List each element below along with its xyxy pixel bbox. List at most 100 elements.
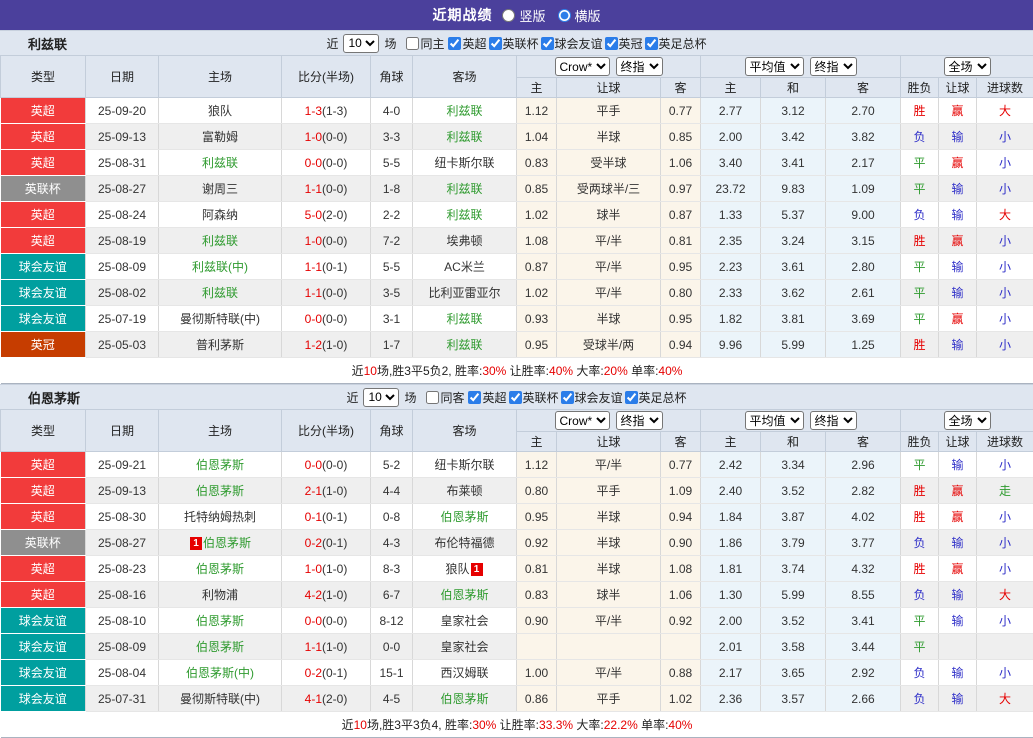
scope-select[interactable]: 全场 [944,57,991,76]
scope-select[interactable]: 全场 [944,411,991,430]
match-row: 英超25-09-13伯恩茅斯2-1(1-0)4-4布莱顿0.80平手1.092.… [1,478,1033,504]
result-wdl: 平 [901,176,939,202]
league-filter-checkbox[interactable] [541,37,554,50]
away-team[interactable]: 埃弗顿 [446,234,482,248]
away-team[interactable]: 利兹联 [446,312,482,326]
away-team[interactable]: 布莱顿 [446,484,482,498]
away-team[interactable]: 利兹联 [446,104,482,118]
match-date: 25-08-27 [86,176,159,202]
away-team[interactable]: AC米兰 [444,260,485,274]
match-date: 25-08-23 [86,556,159,582]
league-filter-checkbox[interactable] [605,37,618,50]
home-team[interactable]: 曼彻斯特联(中) [180,312,260,326]
odds-home: 1.02 [517,280,557,306]
league-badge: 球会友谊 [1,686,86,712]
away-team[interactable]: 伯恩茅斯 [440,588,488,602]
league-filter-checkbox[interactable] [645,37,658,50]
sub-column-header: 主 [701,432,761,452]
league-filter-checkbox-label[interactable]: 球会友谊 [561,389,623,406]
away-team-cell: 狼队1 [413,556,517,582]
games-count-select[interactable]: 10 [343,34,379,53]
odds-handicap-line: 半球 [557,556,661,582]
away-team[interactable]: 纽卡斯尔联 [434,458,494,472]
column-group-header: 平均值终指 [701,410,901,432]
layout-radio-input[interactable] [502,9,515,22]
home-team[interactable]: 狼队 [208,104,232,118]
average-select[interactable]: 平均值 [745,411,804,430]
away-team[interactable]: 比利亚雷亚尔 [428,286,500,300]
away-team[interactable]: 纽卡斯尔联 [434,156,494,170]
avg-draw: 3.42 [761,124,826,150]
league-filter-checkbox[interactable] [625,391,638,404]
league-filter-checkbox-label[interactable]: 英足总杯 [625,389,687,406]
league-filter-checkbox[interactable] [561,391,574,404]
league-filter-checkbox-label[interactable]: 球会友谊 [541,35,603,52]
league-filter-checkbox-label[interactable]: 英足总杯 [645,35,707,52]
sub-column-header: 胜负 [901,432,939,452]
column-header: 客场 [413,56,517,98]
home-team[interactable]: 伯恩茅斯 [203,536,251,550]
away-team[interactable]: 利兹联 [446,130,482,144]
avg-draw: 5.37 [761,202,826,228]
same-venue-checkbox[interactable] [426,391,439,404]
league-badge: 球会友谊 [1,634,86,660]
league-filter-checkbox-label[interactable]: 英联杯 [489,35,539,52]
league-filter-checkbox-label[interactable]: 英超 [468,389,506,406]
away-team[interactable]: 利兹联 [446,182,482,196]
away-team[interactable]: 狼队 [445,562,469,576]
avg-away: 3.15 [826,228,901,254]
away-team[interactable]: 皇家社会 [440,640,488,654]
result-wdl: 负 [901,582,939,608]
average-select[interactable]: 平均值 [745,57,804,76]
home-team[interactable]: 利兹联 [202,156,238,170]
home-team[interactable]: 谢周三 [202,182,238,196]
league-filter-checkbox[interactable] [509,391,522,404]
home-team[interactable]: 利兹联(中) [192,260,248,274]
away-team[interactable]: 皇家社会 [440,614,488,628]
team-name: 利兹联 [28,34,67,53]
home-team[interactable]: 伯恩茅斯 [196,640,244,654]
home-team[interactable]: 利兹联 [202,234,238,248]
layout-radio-input[interactable] [558,9,571,22]
layout-radio-vertical[interactable]: 竖版 [502,6,545,25]
same-venue-checkbox-label[interactable]: 同主 [406,35,444,52]
same-venue-checkbox[interactable] [406,37,419,50]
company-select[interactable]: Crow* [555,57,610,76]
away-team[interactable]: 利兹联 [446,208,482,222]
away-team[interactable]: 利兹联 [446,338,482,352]
home-team[interactable]: 托特纳姆热刺 [184,510,256,524]
away-team[interactable]: 布伦特福德 [434,536,494,550]
result-goals: 小 [977,254,1033,280]
league-filter-checkbox[interactable] [489,37,502,50]
away-team[interactable]: 西汉姆联 [440,666,488,680]
home-team[interactable]: 伯恩茅斯 [196,484,244,498]
league-filter-checkbox[interactable] [448,37,461,50]
average-stage-select[interactable]: 终指 [810,411,857,430]
games-label: 场 [384,35,396,52]
home-team[interactable]: 伯恩茅斯 [196,562,244,576]
result-wdl: 平 [901,306,939,332]
layout-radio-horizontal[interactable]: 横版 [558,6,601,25]
games-count-select[interactable]: 10 [363,388,399,407]
company-stage-select[interactable]: 终指 [616,57,663,76]
home-team[interactable]: 伯恩茅斯 [196,458,244,472]
league-filter-checkbox-label[interactable]: 英冠 [605,35,643,52]
away-team-cell: 利兹联 [413,124,517,150]
home-team[interactable]: 利物浦 [202,588,238,602]
home-team[interactable]: 伯恩茅斯(中) [186,666,254,680]
same-venue-checkbox-label[interactable]: 同客 [426,389,464,406]
company-stage-select[interactable]: 终指 [616,411,663,430]
home-team[interactable]: 普利茅斯 [196,338,244,352]
home-team[interactable]: 伯恩茅斯 [196,614,244,628]
away-team[interactable]: 伯恩茅斯 [440,692,488,706]
league-filter-checkbox-label[interactable]: 英超 [448,35,486,52]
league-filter-checkbox-label[interactable]: 英联杯 [509,389,559,406]
league-filter-checkbox[interactable] [468,391,481,404]
home-team[interactable]: 曼彻斯特联(中) [180,692,260,706]
company-select[interactable]: Crow* [555,411,610,430]
away-team[interactable]: 伯恩茅斯 [440,510,488,524]
home-team[interactable]: 阿森纳 [202,208,238,222]
home-team[interactable]: 利兹联 [202,286,238,300]
average-stage-select[interactable]: 终指 [810,57,857,76]
home-team[interactable]: 富勒姆 [202,130,238,144]
